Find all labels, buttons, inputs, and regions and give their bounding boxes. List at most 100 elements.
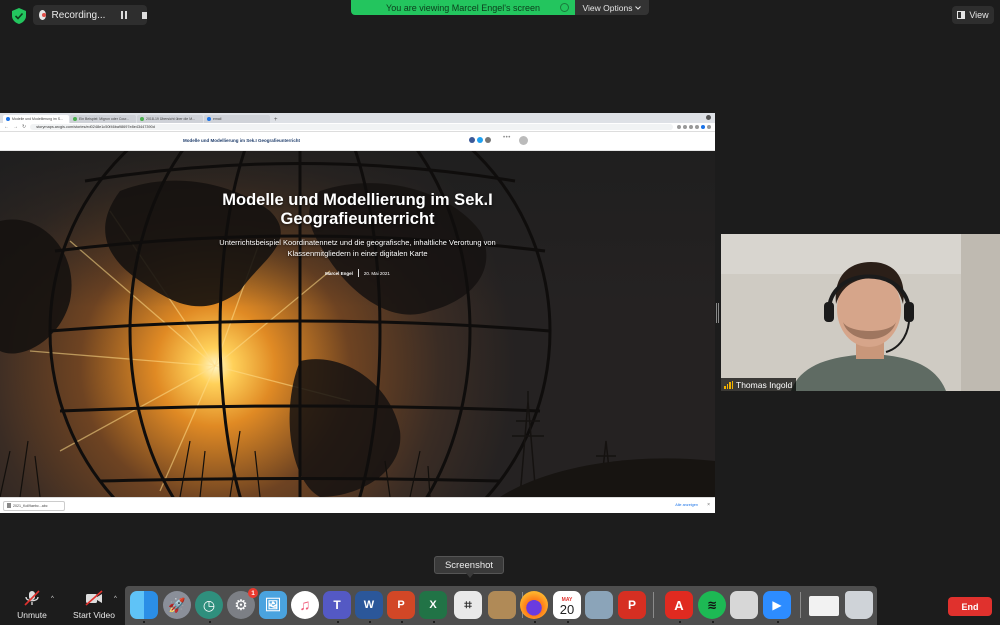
downloads-stack-icon[interactable]: [809, 596, 839, 616]
panel-resize-handle[interactable]: [716, 303, 719, 323]
zoom-app-icon[interactable]: ▶: [763, 591, 791, 619]
pdf-expert-icon[interactable]: P: [618, 591, 646, 619]
address-bar: ← → ↻ storymaps.arcgis.com/stories/ed024…: [0, 123, 715, 132]
back-arrow-icon[interactable]: ←: [4, 124, 9, 130]
window-close-icon[interactable]: [706, 115, 711, 120]
new-tab-button[interactable]: +: [274, 117, 278, 123]
running-indicator: [401, 621, 403, 623]
running-indicator: [433, 621, 435, 623]
view-options-button[interactable]: View Options: [575, 0, 649, 15]
firefox-icon[interactable]: [520, 591, 548, 619]
notification-badge: 1: [248, 588, 258, 598]
printer-icon[interactable]: [730, 591, 758, 619]
view-label: View: [969, 10, 989, 20]
teams-icon[interactable]: T: [323, 591, 351, 619]
reload-icon[interactable]: ↻: [22, 124, 26, 130]
word-icon[interactable]: W: [355, 591, 383, 619]
extension-icon[interactable]: [695, 125, 699, 129]
participant-video[interactable]: Thomas Ingold: [721, 234, 1000, 391]
browser-tab-strip: Modelle und Modellierung im S... Ein Bei…: [0, 113, 715, 123]
video-camera-off-icon: [85, 590, 103, 606]
show-all-downloads-link[interactable]: Alle anzeigen: [675, 503, 698, 507]
music-icon[interactable]: ♫: [291, 591, 319, 619]
recording-indicator: Recording...: [33, 5, 147, 25]
running-indicator: [369, 621, 371, 623]
dock-separator: [800, 592, 801, 618]
share-status-icon: [560, 3, 569, 12]
unmute-button[interactable]: Unmute: [8, 590, 56, 620]
browser-tab[interactable]: Ein Beispiel: Migron oder Cour...: [70, 115, 136, 123]
time-machine-icon[interactable]: ◷: [195, 591, 223, 619]
running-indicator: [679, 621, 681, 623]
trash-icon[interactable]: [845, 591, 873, 619]
recording-label: Recording...: [51, 9, 106, 21]
file-icon: [7, 503, 11, 508]
connection-signal-icon: [724, 380, 733, 389]
url-field[interactable]: storymaps.arcgis.com/stories/ed0248e1c50…: [30, 124, 673, 130]
extension-icon[interactable]: [683, 125, 687, 129]
extension-icon[interactable]: [689, 125, 693, 129]
recording-icon: [39, 10, 46, 20]
story-title: Modelle und Modellierung im Sek.I Geogra…: [0, 191, 715, 229]
extension-icon[interactable]: [677, 125, 681, 129]
stop-recording-button[interactable]: [142, 11, 147, 19]
audio-options-caret[interactable]: ^: [51, 596, 54, 602]
zoom-meeting-window: Recording... You are viewing Marcel Enge…: [0, 0, 1000, 625]
end-meeting-button[interactable]: End: [948, 597, 992, 616]
image-capture-icon[interactable]: [585, 591, 613, 619]
start-video-label: Start Video: [73, 610, 115, 620]
system-preferences-icon[interactable]: ⚙ 1: [227, 588, 258, 619]
profile-icon[interactable]: [701, 125, 705, 129]
tab-label: Ein Beispiel: Migron oder Cour...: [79, 117, 130, 121]
browser-tab[interactable]: email: [204, 115, 270, 123]
facebook-icon[interactable]: [469, 137, 475, 143]
running-indicator: [567, 621, 569, 623]
story-author: Marcel Engel: [325, 270, 353, 276]
unmute-label: Unmute: [17, 610, 47, 620]
powerpoint-icon[interactable]: P: [387, 591, 415, 619]
user-avatar[interactable]: [519, 136, 528, 145]
favicon-icon: [207, 117, 211, 121]
menu-icon[interactable]: [707, 125, 711, 129]
launchpad-icon[interactable]: 🚀: [163, 591, 191, 619]
forward-arrow-icon[interactable]: →: [13, 124, 18, 130]
download-item[interactable]: 2021_Koll9aebc...abc: [3, 500, 65, 511]
notes-icon[interactable]: [488, 591, 516, 619]
finder-icon[interactable]: [130, 591, 158, 619]
story-subtitle: Unterrichtsbeispiel Koordinatennetz und …: [0, 237, 715, 259]
story-subtitle-line: Klassenmitgliedern in einer digitalen Ka…: [287, 249, 428, 258]
link-icon[interactable]: [485, 137, 491, 143]
excel-icon[interactable]: X: [419, 591, 447, 619]
story-title-line: Modelle und Modellierung im Sek.I: [222, 191, 493, 209]
start-video-button[interactable]: Start Video: [70, 590, 118, 620]
running-indicator: [712, 621, 714, 623]
microphone-muted-icon: [24, 590, 40, 606]
close-download-bar-icon[interactable]: ×: [707, 502, 710, 508]
video-options-caret[interactable]: ^: [114, 596, 117, 602]
twitter-icon[interactable]: [477, 137, 483, 143]
security-shield-icon[interactable]: [12, 8, 26, 24]
download-filename: 2021_Koll9aebc...abc: [13, 503, 48, 508]
browser-tab[interactable]: Modelle und Modellierung im S...: [3, 115, 69, 123]
dock-tooltip: Screenshot: [434, 556, 504, 578]
participant-name: Thomas Ingold: [736, 379, 793, 390]
preview-icon[interactable]: 🖼: [259, 591, 287, 619]
calendar-icon[interactable]: MAY 20: [553, 591, 581, 619]
screen-share-banner: You are viewing Marcel Engel's screen: [351, 0, 575, 15]
shared-screen-browser[interactable]: Modelle und Modellierung im S... Ein Bei…: [0, 113, 715, 513]
screenshot-icon[interactable]: ⌗: [454, 591, 482, 619]
pause-recording-button[interactable]: [121, 11, 128, 19]
share-icons: [469, 137, 491, 143]
view-layout-button[interactable]: View: [952, 6, 994, 24]
chevron-down-icon: [635, 5, 642, 10]
story-header-title: Modelle und Modellierung im Sek.I Geogra…: [183, 138, 301, 143]
spotify-icon[interactable]: ≋: [698, 591, 726, 619]
screen-share-text: You are viewing Marcel Engel's screen: [386, 2, 540, 13]
acrobat-icon[interactable]: A: [665, 591, 693, 619]
browser-tab[interactable]: 2018-19 Übersicht über die M...: [137, 115, 203, 123]
extension-icons: [677, 125, 711, 129]
tab-label: 2018-19 Übersicht über die M...: [146, 117, 196, 121]
running-indicator: [777, 621, 779, 623]
more-options-icon[interactable]: •••: [503, 135, 511, 141]
story-subtitle-line: Unterrichtsbeispiel Koordinatennetz und …: [219, 238, 496, 247]
